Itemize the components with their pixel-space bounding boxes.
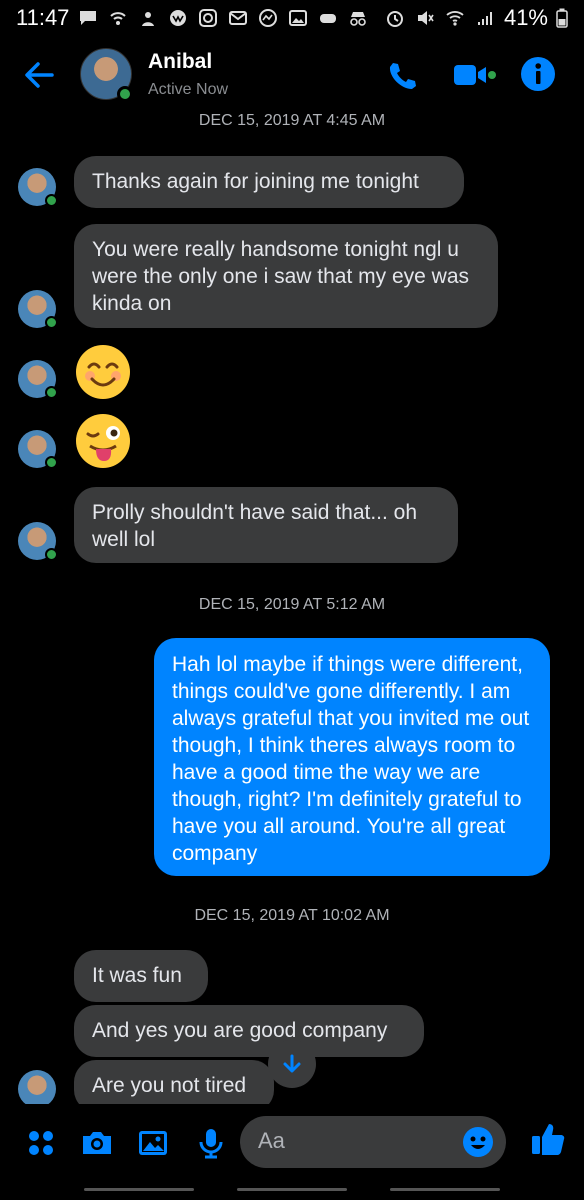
smiling-face-emoji-icon[interactable] [76, 345, 130, 399]
contact-status: Active Now [148, 81, 229, 98]
online-indicator [45, 194, 58, 207]
incognito-icon [347, 8, 369, 28]
message-bubble[interactable]: It was fun [74, 950, 208, 1002]
signal-icon [474, 8, 496, 28]
timestamp-2: DEC 15, 2019 AT 5:12 AM [198, 596, 386, 613]
online-indicator [45, 316, 58, 329]
status-time: 11:47 [16, 5, 70, 30]
contact-name[interactable]: Anibal [148, 50, 212, 74]
message-input[interactable] [258, 1128, 448, 1154]
instagram-icon [197, 8, 219, 28]
online-indicator [117, 86, 133, 102]
microphone-icon[interactable] [194, 1126, 228, 1160]
message-notification-icon [77, 8, 99, 28]
messenger-icon [257, 8, 279, 28]
message-input-container[interactable] [240, 1116, 506, 1168]
battery-percent: 41% [503, 5, 548, 30]
message-composer [0, 1108, 584, 1178]
arrow-down-icon [283, 1054, 301, 1073]
winking-tongue-emoji-icon[interactable] [76, 414, 130, 468]
outgoing-message-bubble[interactable]: Hah lol maybe if things were different, … [154, 638, 550, 876]
status-bar: 11:47 41% [0, 0, 584, 36]
wifi-icon [444, 8, 466, 28]
conversation-header: Anibal Active Now [0, 36, 584, 116]
online-indicator [45, 456, 58, 469]
gmail-icon [227, 8, 249, 28]
alarm-icon [384, 8, 406, 28]
timestamp-3: DEC 15, 2019 AT 10:02 AM [194, 907, 390, 924]
mute-icon [414, 8, 436, 28]
camera-icon[interactable] [80, 1126, 114, 1160]
scroll-to-bottom-button[interactable] [268, 1040, 316, 1088]
game-icon [317, 8, 339, 28]
info-icon[interactable] [520, 56, 556, 92]
message-bubble[interactable]: You were really handsome tonight ngl u w… [74, 224, 498, 328]
phone-icon[interactable] [386, 60, 418, 92]
message-bubble[interactable]: Thanks again for joining me tonight [74, 156, 464, 208]
more-actions-icon[interactable] [24, 1126, 58, 1160]
app-notification-icon [137, 8, 159, 28]
online-indicator [45, 386, 58, 399]
message-bubble[interactable]: Prolly shouldn't have said that... oh we… [74, 487, 458, 563]
app-circle-icon [167, 8, 189, 28]
message-bubble[interactable]: And yes you are good company [74, 1005, 424, 1057]
nav-back[interactable] [390, 1188, 500, 1191]
video-call-icon[interactable] [452, 60, 496, 90]
wifi-calling-icon [107, 8, 129, 28]
nav-home[interactable] [237, 1188, 347, 1191]
gallery-icon [287, 8, 309, 28]
system-nav-bar [0, 1186, 584, 1200]
contact-avatar-small[interactable] [18, 1070, 56, 1108]
gallery-icon[interactable] [136, 1126, 170, 1160]
timestamp-1: DEC 15, 2019 AT 4:45 AM [198, 112, 386, 129]
online-indicator [45, 548, 58, 561]
thumbs-up-icon[interactable] [530, 1120, 566, 1158]
emoji-icon[interactable] [462, 1126, 494, 1158]
nav-recents[interactable] [84, 1188, 194, 1191]
battery-icon [556, 8, 568, 28]
back-arrow-icon[interactable] [22, 58, 56, 92]
